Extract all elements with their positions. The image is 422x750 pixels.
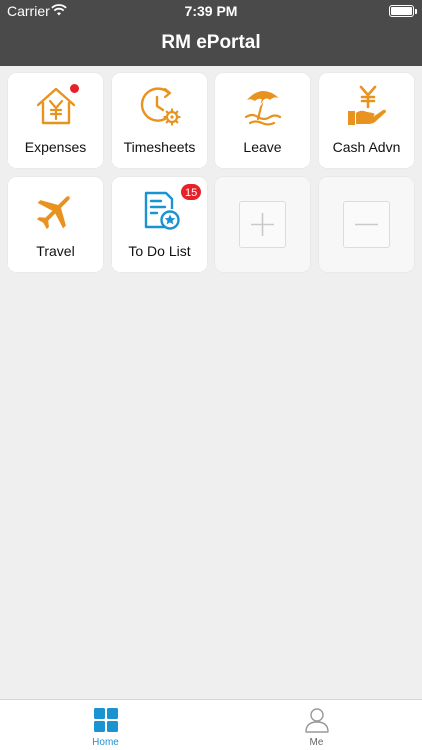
tab-me[interactable]: Me xyxy=(211,700,422,750)
grid-icon xyxy=(94,708,118,732)
todo-count-badge: 15 xyxy=(180,183,203,201)
document-star-icon xyxy=(144,191,180,230)
status-bar: Carrier 7:39 PM xyxy=(0,0,422,22)
remove-tile-button[interactable] xyxy=(319,177,414,272)
tile-label: To Do List xyxy=(128,243,191,259)
tab-label: Me xyxy=(309,737,324,748)
nav-bar: RM ePortal xyxy=(0,22,422,66)
battery-icon xyxy=(389,5,417,17)
person-icon xyxy=(305,708,329,733)
notification-dot xyxy=(70,84,79,93)
tile-label: Cash Advn xyxy=(332,139,401,155)
tile-leave[interactable]: Leave xyxy=(215,73,310,168)
tile-label: Leave xyxy=(243,139,282,155)
plus-icon xyxy=(251,213,274,236)
tile-todo-list[interactable]: 15 To Do List xyxy=(112,177,207,272)
hand-yen-icon xyxy=(348,85,386,125)
minus-icon xyxy=(355,223,378,226)
add-tile-box xyxy=(239,201,286,248)
tile-cash-advance[interactable]: Cash Advn xyxy=(319,73,414,168)
tile-label: Timesheets xyxy=(123,139,196,155)
status-time: 7:39 PM xyxy=(184,3,238,19)
tile-expenses[interactable]: Expenses xyxy=(8,73,103,168)
beach-umbrella-icon xyxy=(244,90,282,126)
tab-home[interactable]: Home xyxy=(0,700,211,750)
page-title: RM ePortal xyxy=(161,32,261,53)
tab-label: Home xyxy=(92,737,119,748)
remove-tile-box xyxy=(343,201,390,248)
clock-gear-icon xyxy=(140,87,181,126)
add-tile-button[interactable] xyxy=(215,177,310,272)
tile-timesheets[interactable]: Timesheets xyxy=(112,73,207,168)
airplane-icon xyxy=(36,196,70,230)
tile-label: Travel xyxy=(36,243,75,259)
tile-label: Expenses xyxy=(24,139,87,155)
tab-bar: Home Me xyxy=(0,699,422,750)
tile-travel[interactable]: Travel xyxy=(8,177,103,272)
